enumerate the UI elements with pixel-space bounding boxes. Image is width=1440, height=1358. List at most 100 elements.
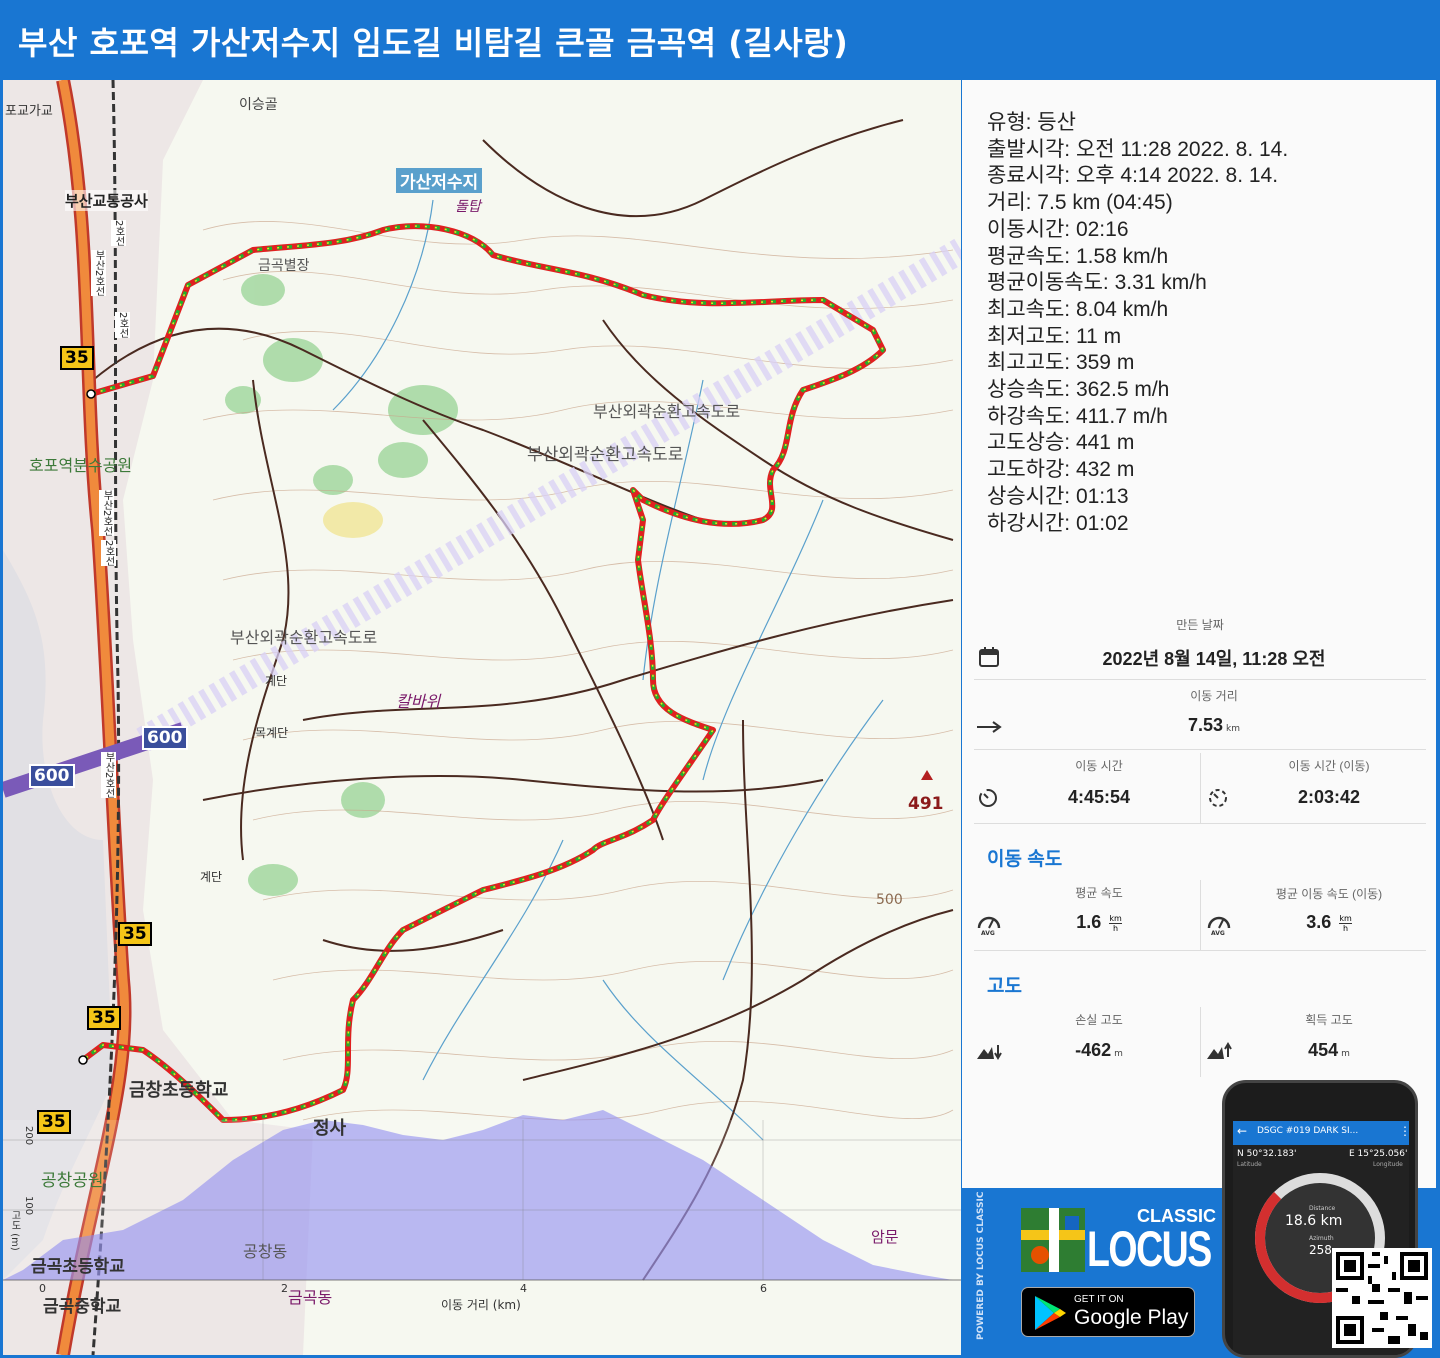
stat-line: 유형: 등산 — [987, 111, 1076, 134]
recorded-track — [78, 223, 886, 1123]
avg-speed-row: 1.6 km h — [974, 912, 1224, 933]
qr-code[interactable] — [1332, 1248, 1432, 1348]
map-label-gyedan1: 계단 — [265, 674, 288, 688]
powered-by: POWERED BY LOCUS CLASSIC — [962, 1192, 986, 1350]
chart-ylabel: 고도 (m) — [9, 1210, 20, 1251]
qr-code-pattern — [1336, 1252, 1428, 1344]
created-label: 만든 날짜 — [1176, 618, 1224, 632]
stats-list: 유형: 등산 출발시각: 오전 11:28 2022. 8. 14. 종료시각:… — [987, 110, 1288, 537]
google-play-text: Google Play — [1074, 1306, 1189, 1329]
divider — [974, 749, 1426, 750]
get-it-on-text: GET IT ON — [1074, 1294, 1124, 1305]
stat-line: 하강속도: 411.7 m/h — [987, 404, 1168, 428]
map-label-gongchang-park: 공창공원 — [41, 1171, 104, 1191]
map-label-hopo-park: 호포역분수공원 — [29, 456, 133, 475]
phone-lon-label: Longitude — [1373, 1161, 1403, 1168]
map-label-temple: 정사 — [313, 1118, 347, 1139]
chart-xlabel: 이동 거리 (km) — [441, 1298, 521, 1312]
map-label-expressway1: 부산외곽순환고속도로 — [593, 402, 741, 421]
chart-tick-x2: 2 — [281, 1282, 288, 1295]
loss-altitude-row: -462 m — [974, 1040, 1224, 1061]
stat-line: 이동시간: 02:16 — [987, 217, 1129, 241]
chart-tick-y100: 100 — [23, 1196, 34, 1216]
loss-altitude-label: 손실 고도 — [1075, 1013, 1123, 1027]
topographic-map[interactable]: 포교가교 이승골 가산저수지 돌탑 금곡별장 부산교통공사 호포역분수공원 부산… — [3, 80, 961, 1355]
chart-tick-x0: 0 — [39, 1282, 46, 1295]
divider — [974, 950, 1426, 951]
divider-vertical — [1200, 753, 1201, 823]
stat-line: 최고고도: 359 m — [987, 351, 1135, 375]
gain-altitude-value: 454 — [1308, 1040, 1339, 1060]
map-label-contour500: 500 — [876, 892, 903, 908]
stat-line: 고도하강: 432 m — [987, 458, 1135, 482]
map-canvas[interactable] — [3, 80, 961, 1355]
distance-row: 7.53 km — [974, 715, 1440, 736]
track-detail-panel: 유형: 등산 출발시각: 오전 11:28 2022. 8. 14. 종료시각:… — [962, 80, 1436, 1188]
divider — [974, 823, 1426, 824]
speed-unit-bottom: h — [1113, 924, 1119, 933]
google-play-button[interactable]: GET IT ON Google Play — [1021, 1287, 1195, 1337]
map-label-dolttap: 돌탑 — [455, 199, 481, 215]
speed-unit: km h — [1109, 914, 1122, 933]
map-label-mokgyedan: 목계단 — [255, 726, 289, 740]
avg-moving-speed-label: 평균 이동 속도 (이동) — [1275, 887, 1383, 901]
map-label-bridge: 포교가교 — [5, 104, 53, 119]
field-patch — [323, 502, 383, 538]
map-label-line2a: 2호선 — [111, 220, 126, 247]
stat-line: 하강시간: 01:02 — [987, 511, 1129, 535]
stat-line: 거리: 7.5 km (04:45) — [987, 191, 1173, 215]
map-label-geumgok-middle: 금곡중학교 — [43, 1297, 122, 1317]
speed-unit-top: km — [1339, 914, 1352, 924]
stat-line: 최저고도: 11 m — [987, 324, 1122, 348]
distance-unit: km — [1226, 724, 1241, 734]
speed-unit-bottom: h — [1343, 924, 1349, 933]
stat-line: 상승시간: 01:13 — [987, 484, 1129, 508]
stat-line: 상승속도: 362.5 m/h — [987, 378, 1170, 402]
map-label-geumgokbyeoljang: 금곡별장 — [258, 258, 310, 274]
map-label-geumgok-elementary: 금곡초등학교 — [31, 1257, 125, 1277]
divider-vertical — [1200, 880, 1201, 950]
distance-value: 7.53 — [1187, 715, 1224, 735]
elevation-profile — [3, 1110, 961, 1281]
phone-lat-label: Latitude — [1237, 1161, 1262, 1168]
loss-altitude-value: -462 — [1075, 1040, 1112, 1060]
peak-icon — [921, 770, 933, 780]
phone-lat: N 50°32.183' — [1237, 1149, 1297, 1159]
speed-unit-top: km — [1109, 914, 1122, 924]
phone-title: DSGC #019 DARK SI... — [1257, 1126, 1359, 1136]
road-shield-600: 600 — [29, 764, 75, 788]
map-label-line2d: 부산2호선 — [99, 490, 114, 537]
map-label-line2f: 부산2호선 — [101, 752, 116, 799]
created-value: 2022년 8월 14일, 11:28 오전 — [1102, 649, 1326, 669]
phone-lon: E 15°25.056' — [1349, 1149, 1408, 1159]
phone-distance-label: Distance — [1309, 1205, 1336, 1212]
stat-line: 고도상승: 441 m — [987, 431, 1135, 455]
map-label-line2b: 부산2호선 — [91, 250, 106, 297]
avg-moving-speed-value: 3.6 — [1306, 912, 1332, 932]
moving-time-value: 2:03:42 — [1297, 787, 1361, 807]
map-label-line2c: 2호선 — [115, 312, 130, 339]
road-shield-35: 35 — [87, 1006, 121, 1030]
gain-altitude-row: 454 m — [1204, 1040, 1440, 1061]
phone-azimuth-label: Azimuth — [1309, 1235, 1334, 1242]
map-label-gongchang-dong: 공창동 — [243, 1242, 288, 1261]
map-label-reservoir[interactable]: 가산저수지 — [396, 168, 483, 193]
divider — [974, 679, 1426, 680]
avg-moving-speed-row: 3.6 km h — [1204, 912, 1440, 933]
locus-logo-icon[interactable] — [1021, 1208, 1085, 1272]
total-time-label: 이동 시간 — [1075, 759, 1123, 773]
phone-azimuth: 258 — [1309, 1243, 1332, 1257]
chart-tick-x4: 4 — [520, 1282, 527, 1295]
map-label-kalbawi: 칼바위 — [396, 692, 441, 711]
avg-speed-value: 1.6 — [1076, 912, 1102, 932]
map-label-ammun: 암문 — [871, 1228, 899, 1246]
gain-altitude-unit: m — [1341, 1049, 1350, 1059]
distance-label: 이동 거리 — [1190, 689, 1238, 703]
map-label-line2e: 2호선 — [101, 540, 116, 567]
road-shield-35: 35 — [37, 1110, 71, 1134]
phone-app-bar: ← DSGC #019 DARK SI... ⋮ — [1233, 1121, 1411, 1145]
map-label-gyedan2: 계단 — [200, 870, 223, 884]
stat-line: 평균속도: 1.58 km/h — [987, 244, 1169, 268]
map-label-expressway2: 부산외곽순환고속도로 — [527, 445, 684, 465]
phone-menu-icon: ⋮ — [1399, 1124, 1411, 1138]
